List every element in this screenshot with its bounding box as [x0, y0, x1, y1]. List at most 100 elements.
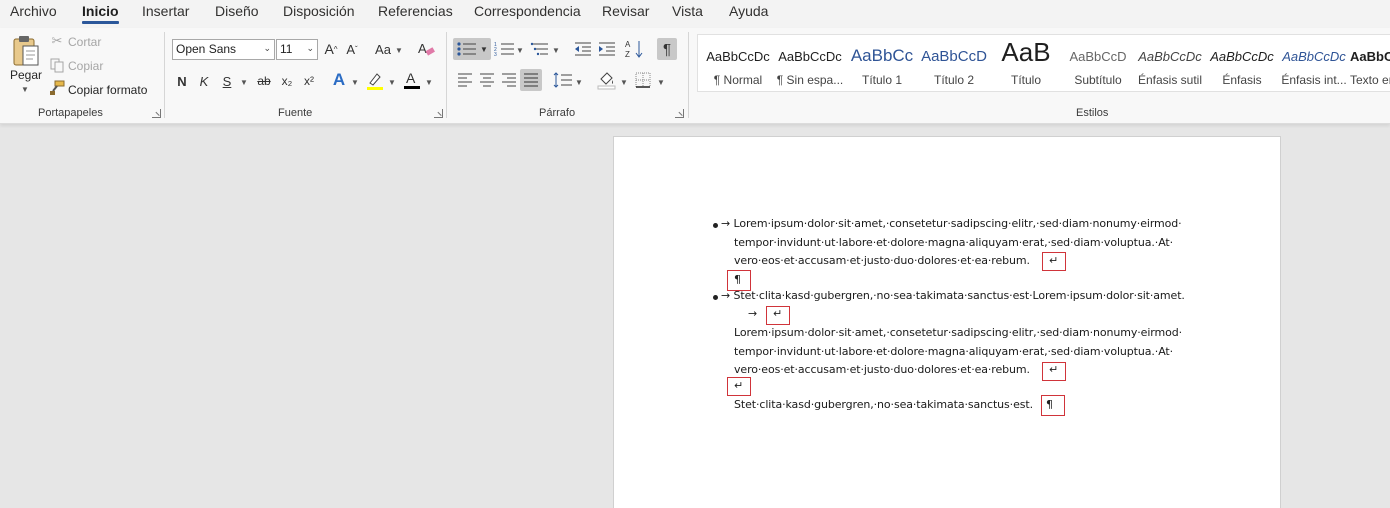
- bullets-button[interactable]: ▼: [453, 38, 491, 60]
- chevron-down-icon[interactable]: ▼: [388, 78, 396, 87]
- paragraph-1-line-3: vero·eos·et·accusam·et·justo·duo·dolores…: [734, 254, 1030, 267]
- paragraph-1-line-1: → Lorem·ipsum·dolor·sit·amet,·consetetur…: [721, 217, 1182, 230]
- bold-button[interactable]: N: [175, 72, 189, 90]
- divider: [688, 32, 689, 118]
- sort-icon[interactable]: AZ: [625, 38, 645, 60]
- copy-button[interactable]: Copiar: [68, 59, 103, 73]
- tab-correspondencia[interactable]: Correspondencia: [474, 3, 581, 19]
- chevron-down-icon[interactable]: ▼: [620, 78, 628, 87]
- borders-icon[interactable]: [634, 70, 652, 90]
- grow-font-icon[interactable]: A ^: [322, 40, 340, 58]
- chevron-down-icon: ▼: [480, 44, 488, 54]
- clear-formatting-icon[interactable]: A: [417, 39, 435, 59]
- change-case-icon[interactable]: Aa: [372, 40, 394, 58]
- style-titulo[interactable]: AaB Título: [990, 35, 1062, 91]
- document-page[interactable]: → Lorem·ipsum·dolor·sit·amet,·consetetur…: [613, 136, 1281, 508]
- tab-mark: →: [748, 307, 758, 320]
- style-name: Subtítulo: [1074, 73, 1122, 87]
- numbering-icon[interactable]: 123: [494, 39, 516, 59]
- group-label-estilos: Estilos: [1076, 107, 1109, 119]
- strikethrough-button[interactable]: ab: [256, 72, 272, 90]
- chevron-down-icon: ⌄: [263, 43, 271, 53]
- style-name: Título 2: [933, 73, 975, 87]
- chevron-down-icon[interactable]: ▼: [351, 78, 359, 87]
- style-name: Texto en: [1350, 73, 1390, 87]
- paragraph-2-line-3: tempor·invidunt·ut·labore·et·dolore·magn…: [734, 345, 1174, 358]
- font-name-combo[interactable]: Open Sans ⌄: [172, 39, 275, 60]
- multilevel-list-icon[interactable]: [530, 39, 550, 59]
- style-sample: AaBbCcDc: [778, 48, 842, 64]
- style-name: ¶ Normal: [713, 73, 763, 87]
- chevron-down-icon[interactable]: ▼: [240, 78, 248, 87]
- tab-archivo[interactable]: Archivo: [10, 3, 57, 19]
- chevron-down-icon[interactable]: ▼: [575, 78, 583, 87]
- style-name: Título: [1010, 73, 1041, 87]
- styles-gallery: AaBbCcDc ¶ Normal AaBbCcDc ¶ Sin espa...…: [697, 34, 1390, 92]
- align-left-icon[interactable]: [456, 71, 474, 89]
- paragraph-2-line-5: Stet·clita·kasd·gubergren,·no·sea·takima…: [734, 398, 1033, 411]
- tab-insertar[interactable]: Insertar: [142, 3, 189, 19]
- show-formatting-button[interactable]: ¶: [657, 38, 677, 60]
- paragraph-mark: ¶: [1046, 398, 1053, 411]
- paragraph-1-line-2: tempor·invidunt·ut·labore·et·dolore·magn…: [734, 236, 1174, 249]
- change-case-label: Aa: [375, 41, 391, 57]
- font-size-combo[interactable]: 11 ⌄: [276, 39, 318, 60]
- group-label-portapapeles: Portapapeles: [38, 107, 103, 119]
- tab-ayuda[interactable]: Ayuda: [729, 3, 768, 19]
- style-titulo-2[interactable]: AaBbCcD Título 2: [918, 35, 990, 91]
- decrease-indent-icon[interactable]: [573, 39, 593, 59]
- svg-text:A: A: [625, 40, 631, 49]
- tab-diseno[interactable]: Diseño: [215, 3, 259, 19]
- style-sample: AaBbCcDc: [1350, 48, 1390, 64]
- style-titulo-1[interactable]: AaBbCc Título 1: [846, 35, 918, 91]
- paste-icon[interactable]: [10, 34, 42, 68]
- paste-label[interactable]: Pegar: [10, 68, 42, 82]
- chevron-down-icon[interactable]: ▼: [657, 78, 665, 87]
- chevron-down-icon[interactable]: ▼: [425, 78, 433, 87]
- cut-button[interactable]: Cortar: [68, 35, 101, 49]
- format-painter-icon: [49, 80, 65, 96]
- group-label-parrafo: Párrafo: [539, 107, 576, 119]
- tab-disposicion[interactable]: Disposición: [283, 3, 355, 19]
- style-sample: AaBbCcD: [921, 47, 987, 65]
- svg-text:3: 3: [494, 52, 497, 57]
- clipboard-launcher-icon[interactable]: [152, 109, 161, 118]
- tab-revisar[interactable]: Revisar: [602, 3, 649, 19]
- text-effects-icon[interactable]: A: [330, 70, 348, 90]
- chevron-down-icon[interactable]: ▼: [516, 46, 524, 55]
- ribbon-tabs: Archivo Inicio Insertar Diseño Disposici…: [0, 0, 1390, 28]
- chevron-down-icon[interactable]: ▼: [552, 46, 560, 55]
- style-name: Énfasis: [1222, 73, 1262, 87]
- tab-referencias[interactable]: Referencias: [378, 3, 453, 19]
- font-color-icon[interactable]: A: [403, 70, 421, 91]
- style-subtitulo[interactable]: AaBbCcD Subtítulo: [1062, 35, 1134, 91]
- align-right-icon[interactable]: [500, 71, 518, 89]
- style-sin-espaciado[interactable]: AaBbCcDc ¶ Sin espa...: [774, 35, 846, 91]
- italic-button[interactable]: K: [197, 72, 211, 90]
- font-launcher-icon[interactable]: [434, 109, 443, 118]
- format-painter-button[interactable]: Copiar formato: [68, 83, 147, 97]
- superscript-button[interactable]: x²: [301, 72, 317, 90]
- underline-button[interactable]: S: [220, 72, 234, 90]
- shading-icon[interactable]: [597, 69, 617, 91]
- subscript-button[interactable]: x₂: [279, 72, 295, 90]
- highlighter-icon[interactable]: [366, 71, 384, 91]
- increase-indent-icon[interactable]: [597, 39, 617, 59]
- style-enfasis-intenso[interactable]: AaBbCcDc Énfasis int...: [1278, 35, 1350, 91]
- style-enfasis-sutil[interactable]: AaBbCcDc Énfasis sutil: [1134, 35, 1206, 91]
- chevron-down-icon[interactable]: ▼: [395, 46, 403, 55]
- align-center-icon[interactable]: [478, 71, 496, 89]
- paragraph-launcher-icon[interactable]: [675, 109, 684, 118]
- pilcrow-icon: ¶: [662, 40, 672, 58]
- justify-button[interactable]: [520, 69, 542, 91]
- tab-vista[interactable]: Vista: [672, 3, 703, 19]
- style-texto-en-negrita[interactable]: AaBbCcDc Texto en: [1350, 35, 1390, 91]
- line-spacing-icon[interactable]: [553, 70, 573, 90]
- paste-dropdown-icon[interactable]: ▼: [21, 85, 29, 94]
- style-enfasis[interactable]: AaBbCcDc Énfasis: [1206, 35, 1278, 91]
- shrink-font-icon[interactable]: Aˇ: [343, 40, 361, 58]
- style-normal[interactable]: AaBbCcDc ¶ Normal: [702, 35, 774, 91]
- chevron-down-icon: ⌄: [306, 43, 314, 53]
- tab-inicio[interactable]: Inicio: [82, 3, 119, 24]
- style-name: Énfasis sutil: [1137, 73, 1203, 87]
